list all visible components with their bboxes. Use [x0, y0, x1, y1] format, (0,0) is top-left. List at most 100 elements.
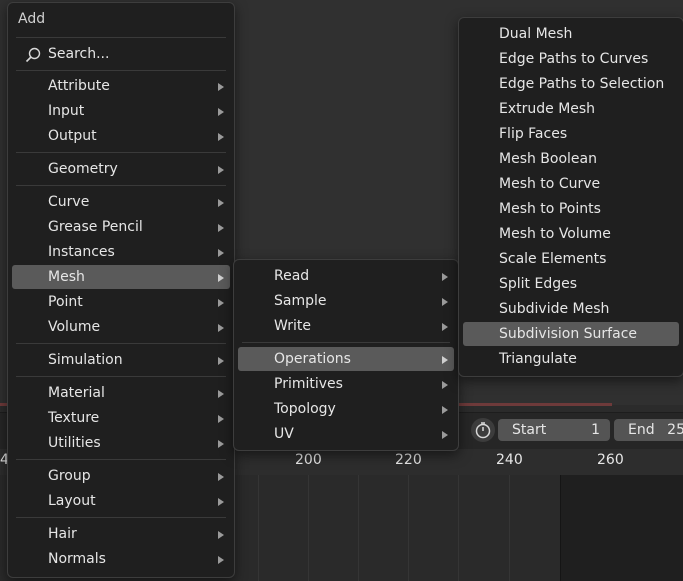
menu-item-label: Dual Mesh [499, 26, 573, 42]
separator [16, 517, 226, 518]
menu-item-point[interactable]: Point [12, 290, 230, 314]
menu-item-edge-paths-to-curves[interactable]: Edge Paths to Curves [463, 47, 679, 71]
triangle-right-icon [218, 249, 224, 257]
separator [16, 152, 226, 153]
triangle-right-icon [218, 133, 224, 141]
triangle-right-icon [218, 415, 224, 423]
menu-title: Add [18, 11, 46, 27]
menu-item-label: Geometry [48, 161, 118, 177]
grid-line [358, 475, 359, 581]
menu-item-label: Read [274, 268, 310, 284]
menu-item-grease-pencil[interactable]: Grease Pencil [12, 215, 230, 239]
triangle-right-icon [218, 531, 224, 539]
menu-item-subdivision-surface[interactable]: Subdivision Surface [463, 322, 679, 346]
menu-item-geometry[interactable]: Geometry [12, 157, 230, 181]
menu-item-label: Flip Faces [499, 126, 568, 142]
menu-item-sample[interactable]: Sample [238, 289, 454, 313]
start-value: 1 [591, 422, 600, 438]
menu-item-label: Texture [48, 410, 100, 426]
menu-item-volume[interactable]: Volume [12, 315, 230, 339]
triangle-right-icon [218, 473, 224, 481]
menu-item-label: Sample [274, 293, 327, 309]
menu-item-flip-faces[interactable]: Flip Faces [463, 122, 679, 146]
menu-item-scale-elements[interactable]: Scale Elements [463, 247, 679, 271]
ruler-tick: 260 [597, 452, 624, 468]
menu-item-label: UV [274, 426, 294, 442]
triangle-right-icon [442, 431, 448, 439]
end-value: 25 [667, 422, 683, 438]
menu-item-mesh[interactable]: Mesh [12, 265, 230, 289]
separator [242, 342, 450, 343]
menu-item-read[interactable]: Read [238, 264, 454, 288]
triangle-right-icon [218, 556, 224, 564]
menu-item-instances[interactable]: Instances [12, 240, 230, 264]
menu-item-mesh-to-points[interactable]: Mesh to Points [463, 197, 679, 221]
menu-item-subdivide-mesh[interactable]: Subdivide Mesh [463, 297, 679, 321]
menu-item-label: Extrude Mesh [499, 101, 596, 117]
menu-item-label: Mesh to Points [499, 201, 601, 217]
operations-submenu: Dual Mesh Edge Paths to Curves Edge Path… [458, 17, 683, 377]
menu-item-label: Mesh to Volume [499, 226, 611, 242]
triangle-right-icon [218, 324, 224, 332]
menu-item-uv[interactable]: UV [238, 422, 454, 446]
menu-item-mesh-boolean[interactable]: Mesh Boolean [463, 147, 679, 171]
menu-item-label: Mesh Boolean [499, 151, 597, 167]
menu-item-label: Instances [48, 244, 115, 260]
out-of-range-region [560, 475, 683, 581]
menu-item-attribute[interactable]: Attribute [12, 74, 230, 98]
menu-item-label: Volume [48, 319, 101, 335]
menu-item-curve[interactable]: Curve [12, 190, 230, 214]
menu-item-label: Split Edges [499, 276, 578, 292]
search-field[interactable]: Search... [16, 40, 226, 71]
menu-item-input[interactable]: Input [12, 99, 230, 123]
mesh-submenu: Read Sample Write Operations Primitives … [233, 259, 459, 451]
menu-item-mesh-to-volume[interactable]: Mesh to Volume [463, 222, 679, 246]
triangle-right-icon [218, 274, 224, 282]
menu-item-material[interactable]: Material [12, 381, 230, 405]
menu-item-label: Simulation [48, 352, 123, 368]
end-frame-field[interactable]: End 25 [614, 419, 683, 441]
menu-item-primitives[interactable]: Primitives [238, 372, 454, 396]
grid-line [308, 475, 309, 581]
menu-item-triangulate[interactable]: Triangulate [463, 347, 679, 371]
menu-item-dual-mesh[interactable]: Dual Mesh [463, 22, 679, 46]
menu-item-label: Hair [48, 526, 77, 542]
triangle-right-icon [218, 390, 224, 398]
separator [16, 459, 226, 460]
menu-item-extrude-mesh[interactable]: Extrude Mesh [463, 97, 679, 121]
menu-item-write[interactable]: Write [238, 314, 454, 338]
triangle-right-icon [218, 440, 224, 448]
grid-line [509, 475, 510, 581]
triangle-right-icon [218, 199, 224, 207]
menu-item-hair[interactable]: Hair [12, 522, 230, 546]
triangle-right-icon [218, 83, 224, 91]
menu-item-topology[interactable]: Topology [238, 397, 454, 421]
menu-item-label: Edge Paths to Selection [499, 76, 665, 92]
end-frame-line [560, 475, 561, 581]
search-label: Search... [48, 46, 110, 62]
menu-item-edge-paths-to-selection[interactable]: Edge Paths to Selection [463, 72, 679, 96]
menu-item-layout[interactable]: Layout [12, 489, 230, 513]
menu-item-label: Material [48, 385, 105, 401]
menu-item-simulation[interactable]: Simulation [12, 348, 230, 372]
triangle-right-icon [218, 166, 224, 174]
menu-item-utilities[interactable]: Utilities [12, 431, 230, 455]
menu-item-split-edges[interactable]: Split Edges [463, 272, 679, 296]
triangle-right-icon [442, 381, 448, 389]
stopwatch-icon[interactable] [471, 418, 495, 442]
menu-item-texture[interactable]: Texture [12, 406, 230, 430]
menu-item-label: Input [48, 103, 85, 119]
menu-item-label: Scale Elements [499, 251, 607, 267]
menu-item-normals[interactable]: Normals [12, 547, 230, 571]
triangle-right-icon [442, 298, 448, 306]
add-menu: Add Search... Attribute Input Output Geo… [7, 2, 235, 578]
menu-item-operations[interactable]: Operations [238, 347, 454, 371]
menu-item-output[interactable]: Output [12, 124, 230, 148]
start-frame-field[interactable]: Start 1 [498, 419, 610, 441]
ruler-tick: 220 [395, 452, 422, 468]
menu-item-label: Subdivision Surface [499, 326, 638, 342]
triangle-right-icon [218, 498, 224, 506]
menu-item-group[interactable]: Group [12, 464, 230, 488]
menu-item-mesh-to-curve[interactable]: Mesh to Curve [463, 172, 679, 196]
start-label: Start [512, 422, 547, 438]
